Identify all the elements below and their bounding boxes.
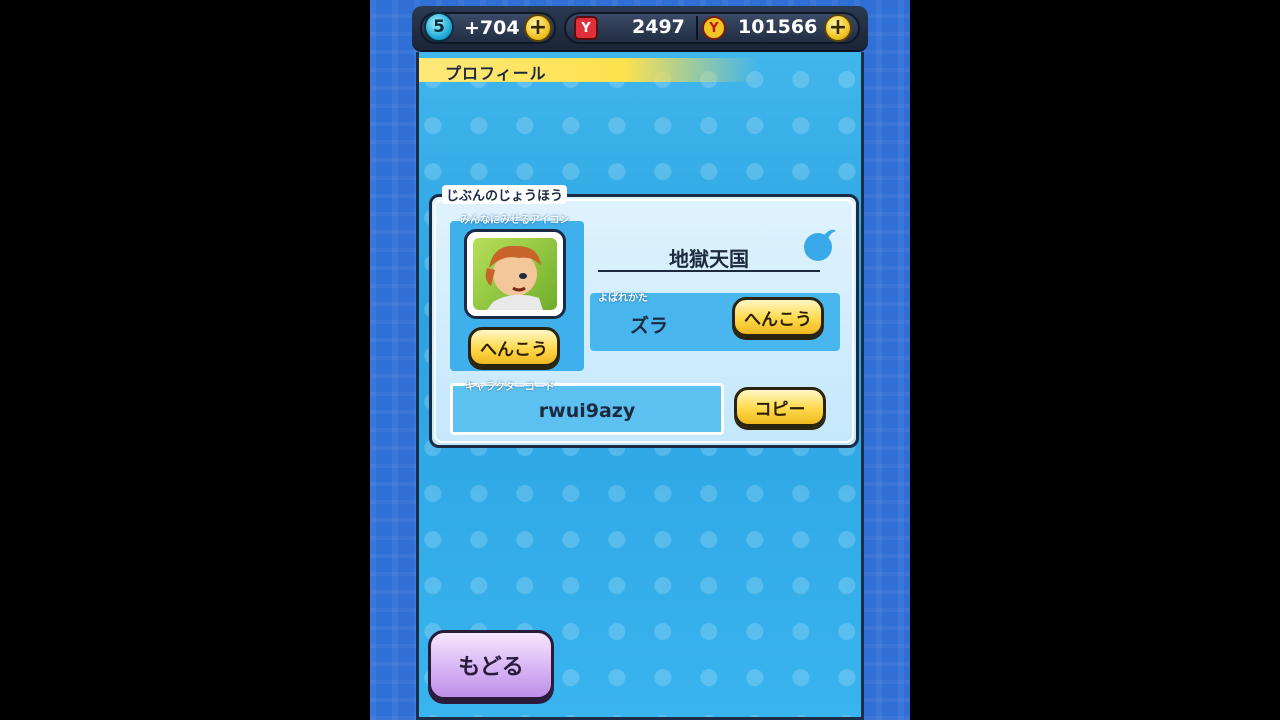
card-title: じぶんのじょうほう bbox=[442, 185, 568, 204]
back-button[interactable]: もどる bbox=[428, 630, 554, 700]
character-code: rwui9azy bbox=[538, 400, 636, 422]
avatar-frame bbox=[464, 229, 566, 319]
icon-label: みんなにみせるアイコン bbox=[460, 215, 570, 226]
nickname-value: ズラ bbox=[630, 315, 669, 337]
copy-code-button[interactable]: コピー bbox=[734, 387, 826, 427]
money-icon: Y bbox=[702, 16, 726, 40]
game-screen: +704 5 + Y 2497 Y 101566 + プロフィール じぶんのじょ… bbox=[370, 0, 910, 720]
energy-value: +704 bbox=[464, 17, 520, 39]
section-title: プロフィール bbox=[445, 64, 547, 83]
drop-icon bbox=[804, 229, 836, 261]
money-value: 101566 bbox=[738, 16, 818, 38]
divider bbox=[696, 16, 698, 40]
level-badge: 5 bbox=[424, 12, 454, 42]
avatar bbox=[473, 238, 557, 310]
add-money-button[interactable]: + bbox=[824, 14, 852, 42]
ticket-icon: Y bbox=[574, 16, 598, 40]
currency-pill: Y 2497 Y 101566 bbox=[564, 12, 860, 44]
icon-section: みんなにみせるアイコン へんこう bbox=[450, 215, 584, 371]
add-energy-button[interactable]: + bbox=[524, 14, 552, 42]
status-bar: +704 5 + Y 2497 Y 101566 + bbox=[412, 6, 868, 50]
player-name: 地獄天国 bbox=[669, 247, 749, 271]
character-code-field: キャラクターコード rwui9azy bbox=[450, 382, 724, 435]
nickname-label: よばれかた bbox=[598, 293, 648, 304]
name-underline bbox=[598, 270, 820, 272]
code-label: キャラクターコード bbox=[465, 382, 555, 393]
ticket-count: 2497 bbox=[632, 16, 685, 38]
profile-panel: プロフィール じぶんのじょうほう みんなにみせるアイコン へんこう 地獄天国 よ… bbox=[416, 52, 864, 720]
change-icon-button[interactable]: へんこう bbox=[468, 327, 560, 367]
change-nickname-button[interactable]: へんこう bbox=[732, 297, 824, 337]
avatar-image bbox=[485, 245, 543, 310]
player-info-card: じぶんのじょうほう みんなにみせるアイコン へんこう 地獄天国 よばれかた ズラ… bbox=[429, 185, 859, 448]
nickname-section: よばれかた ズラ へんこう bbox=[590, 293, 840, 351]
